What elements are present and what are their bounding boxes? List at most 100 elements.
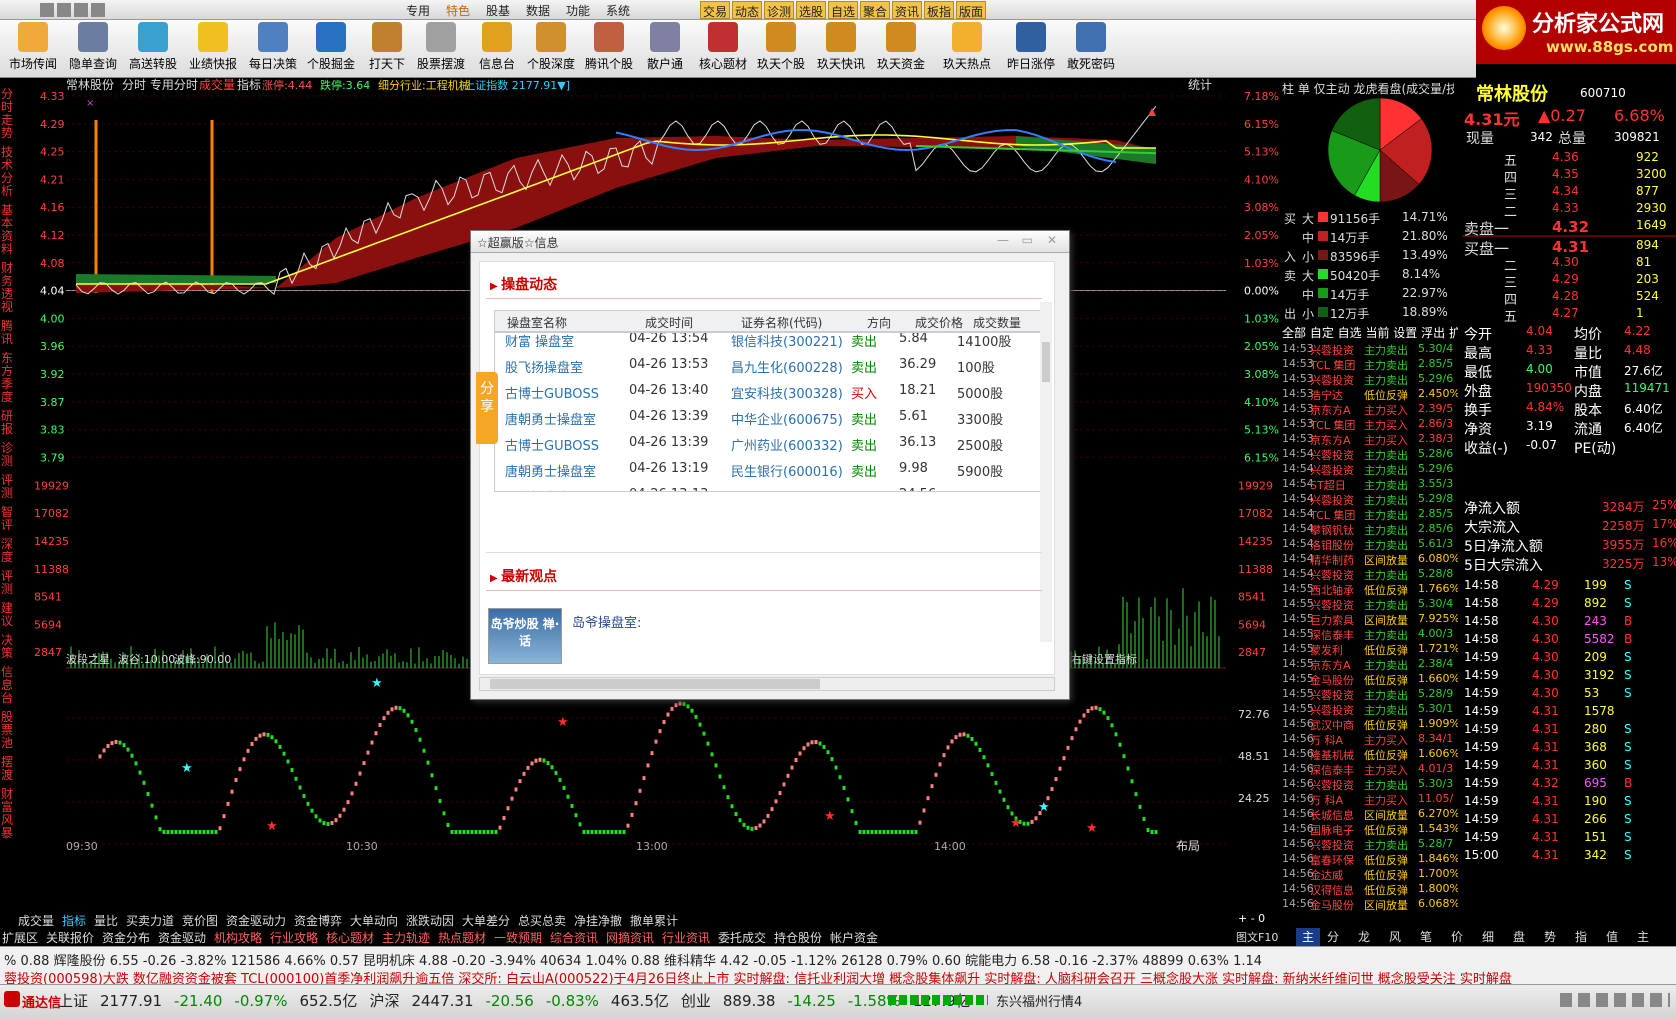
scrollbar[interactable] [1040, 302, 1052, 642]
share-tab[interactable]: 分享 [476, 372, 498, 444]
indicator-tab[interactable]: 指标 [237, 78, 261, 92]
info-tab[interactable]: 行业攻略 [270, 929, 318, 946]
quote-panel-tab[interactable]: 主 [1637, 928, 1649, 945]
toolbar-button[interactable]: 个股深度 [520, 22, 582, 76]
news-item[interactable]: 14:53 兴蓉投资 主力卖出 5.29/6 [1282, 372, 1458, 387]
news-item[interactable]: 14:55 深信泰丰 主力卖出 4.00/3 [1282, 627, 1458, 642]
indicator-tab[interactable]: 净挂净撤 [574, 912, 622, 929]
indicator-tab[interactable]: 大单差分 [462, 912, 510, 929]
menu-item[interactable]: 系统 [606, 2, 630, 19]
info-tab[interactable]: 资金分布 [102, 929, 150, 946]
news-item[interactable]: 14:56 武汉中商 低位反弹 1.909% [1282, 717, 1458, 732]
tray-icons[interactable] [1560, 993, 1670, 1007]
news-item[interactable]: 14:55 金马股份 低位反弹 1.660% [1282, 672, 1458, 687]
quote-panel-tab[interactable]: 细 [1482, 928, 1494, 945]
indicator-tab[interactable]: 量比 [94, 912, 118, 929]
news-item[interactable]: 14:54 ST超日 主力卖出 3.55/3 [1282, 477, 1458, 492]
refresh-icon[interactable] [91, 3, 105, 17]
window-nav-icons[interactable] [40, 3, 112, 17]
indicator-tab[interactable]: 资金驱动力 [226, 912, 286, 929]
top-tab[interactable]: 板指 [924, 1, 955, 19]
news-item[interactable]: 14:55 兴蓉投资 主力卖出 5.30/1 [1282, 702, 1458, 717]
left-tab[interactable]: 分时走势 [0, 88, 14, 140]
news-item[interactable]: 14:56 汉得信息 低位反弹 1.800% [1282, 882, 1458, 897]
toolbar-button[interactable]: 玖天热点 [936, 22, 998, 76]
news-item[interactable]: 14:55 蒙发利 低位反弹 1.721% [1282, 642, 1458, 657]
toolbar-button[interactable]: 腾讯个股 [578, 22, 640, 76]
minimize-icon[interactable]: — [997, 233, 1009, 247]
news-item[interactable]: 14:56 万 科A 主力买入 8.34/1 [1282, 732, 1458, 747]
menu-item[interactable]: 股基 [486, 2, 510, 19]
indicator-tab[interactable]: 总买总卖 [518, 912, 566, 929]
left-tab[interactable]: 评测 [0, 474, 14, 500]
news-item[interactable]: 14:56 长城信息 区间放量 6.270% [1282, 807, 1458, 822]
left-tab[interactable]: 决策 [0, 634, 14, 660]
volume-tab[interactable]: 成交量 [199, 78, 235, 92]
news-item[interactable]: 14:56 国脉电子 低位反弹 1.543% [1282, 822, 1458, 837]
info-tab[interactable]: 扩展区 [2, 929, 38, 946]
left-tab[interactable]: 评测 [0, 570, 14, 596]
toolbar-button[interactable]: 打天下 [356, 22, 418, 76]
news-item[interactable]: 14:55 巨力索具 区间放量 7.925% [1282, 612, 1458, 627]
chart-modes[interactable]: 分时 专用分时 [122, 78, 198, 92]
top-tab[interactable]: 选股 [796, 1, 827, 19]
top-tab[interactable]: 聚合 [860, 1, 891, 19]
news-item[interactable]: 14:54 攀钢钒钛 主力卖出 2.85/6 [1282, 522, 1458, 537]
info-tab[interactable]: 一致预期 [494, 929, 542, 946]
toolbar-button[interactable]: 市场传闻 [2, 22, 64, 76]
toolbar-button[interactable]: 每日决策 [242, 22, 304, 76]
quote-panel-tab[interactable]: 势 [1544, 928, 1556, 945]
info-tab[interactable]: 主力轨迹 [382, 929, 430, 946]
news-item[interactable]: 14:53 浩宁达 低位反弹 2.450% [1282, 387, 1458, 402]
info-tab[interactable]: 核心题材 [326, 929, 374, 946]
top-tab[interactable]: 资讯 [892, 1, 923, 19]
view-author[interactable]: 岛爷操盘室: [572, 612, 641, 631]
quote-panel-tab[interactable]: 盘 [1513, 928, 1525, 945]
toolbar-button[interactable]: 信息台 [466, 22, 528, 76]
news-item[interactable]: 14:56 深信泰丰 主力买入 4.01/3 [1282, 762, 1458, 777]
h-scrollbar[interactable] [479, 677, 1055, 691]
info-tab[interactable]: 持仓股份 [774, 929, 822, 946]
news-item[interactable]: 14:56 金达威 低位反弹 1.700% [1282, 867, 1458, 882]
left-tab[interactable]: 腾讯 [0, 320, 14, 346]
stats-label[interactable]: 统计 [1188, 78, 1212, 92]
home-icon[interactable] [40, 3, 54, 17]
news-item[interactable]: 14:54 兴蓉投资 主力卖出 5.28/8 [1282, 567, 1458, 582]
toolbar-button[interactable]: 核心题材 [692, 22, 754, 76]
toolbar-button[interactable]: 隐单查询 [62, 22, 124, 76]
menu-item[interactable]: 数据 [526, 2, 550, 19]
news-item[interactable]: 14:54 兴蓉投资 主力卖出 5.28/6 [1282, 447, 1458, 462]
news-item[interactable]: 14:54 兴蓉投资 主力卖出 5.29/6 [1282, 462, 1458, 477]
top-tab[interactable]: 版面 [956, 1, 987, 19]
toolbar-button[interactable]: 玖天个股 [750, 22, 812, 76]
left-tab[interactable]: 信息台 [0, 666, 14, 705]
left-tab[interactable]: 东方季度 [0, 352, 14, 404]
left-tab[interactable]: 诊测 [0, 442, 14, 468]
forward-icon[interactable] [74, 3, 88, 17]
zoom-controls[interactable]: + - 0 [1238, 912, 1265, 925]
menu-item[interactable]: 功能 [566, 2, 590, 19]
trade-table[interactable]: 财富 操盘室 04-26 13:54 银信科技(300221) 卖出 5.84 14100… [494, 332, 1050, 492]
top-tab[interactable]: 自选 [828, 1, 859, 19]
news-item[interactable]: 14:55 京东方A 主力卖出 2.38/4 [1282, 657, 1458, 672]
index-label[interactable]: [上证指数 2177.91▼] [460, 78, 570, 92]
toolbar-button[interactable]: 玖天资金 [870, 22, 932, 76]
wave-hint[interactable]: 点右键设置指标 [1060, 652, 1137, 666]
table-row[interactable]: 唐朝勇士操盘室 04-26 13:19 民生银行(600016) 卖出 9.98 5900… [495, 457, 1049, 483]
indicator-tab[interactable]: 资金博弈 [294, 912, 342, 929]
indicator-tab[interactable]: 涨跌动因 [406, 912, 454, 929]
indicator-tab[interactable]: 竞价图 [182, 912, 218, 929]
layout-label[interactable]: 布局 [1176, 839, 1200, 853]
news-item[interactable]: 14:53 TCL 集团 主力买入 2.86/3 [1282, 417, 1458, 432]
toolbar-button[interactable]: 昨日涨停 [1000, 22, 1062, 76]
info-tab[interactable]: 资金驱动 [158, 929, 206, 946]
toolbar-button[interactable]: 敢死密码 [1060, 22, 1122, 76]
news-item[interactable]: 14:53 兴蓉投资 主力卖出 5.30/4 [1282, 342, 1458, 357]
info-tab[interactable]: 综合资讯 [550, 929, 598, 946]
quote-panel-tab[interactable]: 价 [1451, 928, 1463, 945]
table-row[interactable]: 古博士GUBOSS 04-26 13:40 宜安科技(300328) 买入 18.21 5… [495, 379, 1049, 405]
news-item[interactable]: 14:55 兴蓉投资 主力卖出 5.28/9 [1282, 687, 1458, 702]
news-item[interactable]: 14:56 万 科A 主力买入 11.05/ [1282, 792, 1458, 807]
table-row[interactable]: 小洁操盘室 04-26 13:13 利德曼(300289) 买入 24.56 3000股 [495, 483, 1049, 491]
info-tab[interactable]: 委托成交 [718, 929, 766, 946]
